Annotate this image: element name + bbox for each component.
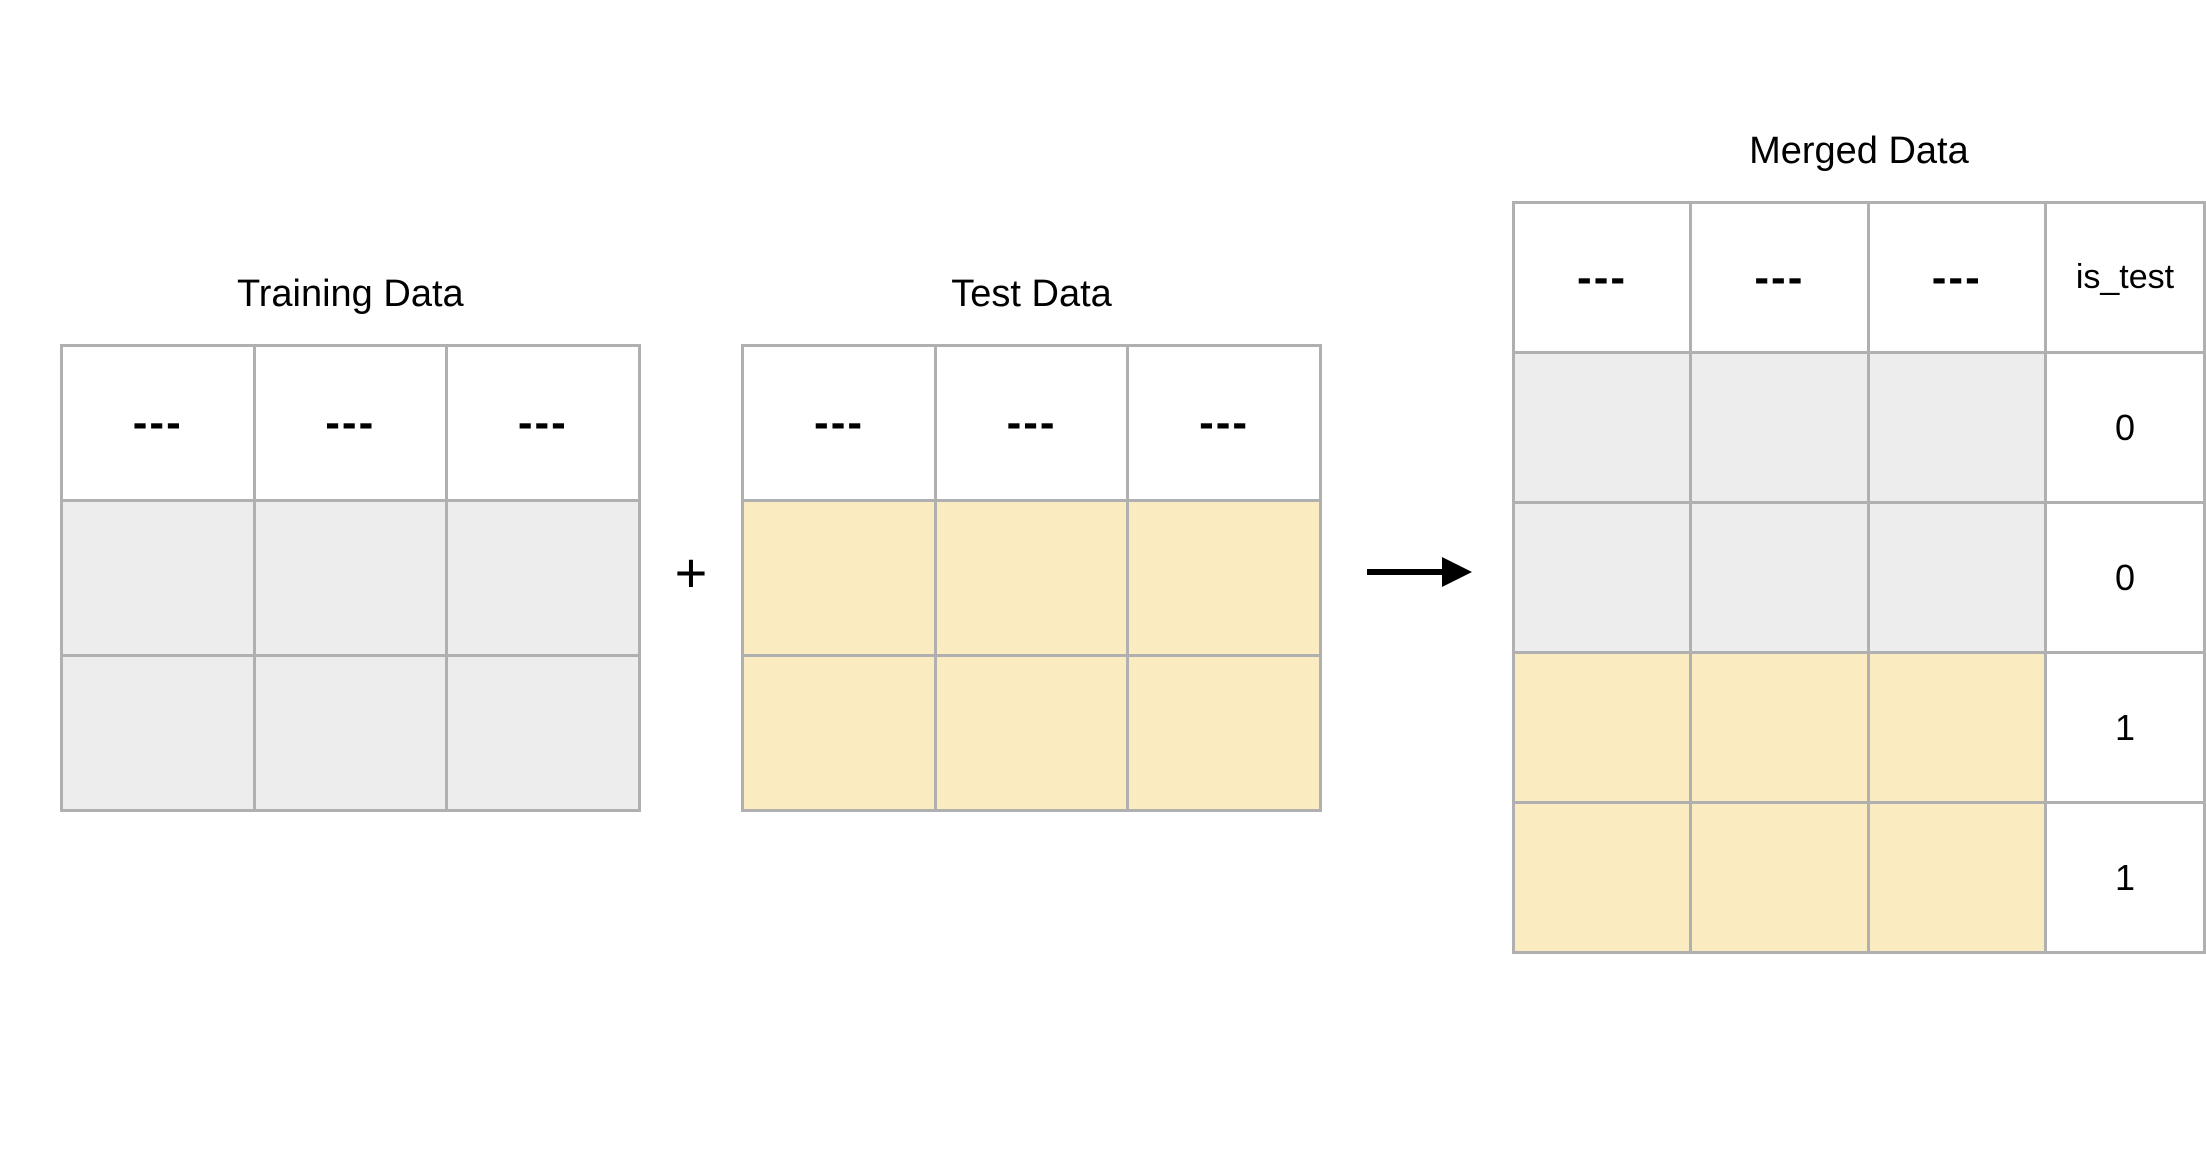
data-cell xyxy=(1691,653,1868,803)
data-cell xyxy=(1868,353,2045,503)
table-header-row: --- --- --- xyxy=(62,345,640,500)
data-cell xyxy=(1691,353,1868,503)
table-row xyxy=(62,500,640,655)
col-header-istest: is_test xyxy=(2045,203,2204,353)
data-cell xyxy=(254,500,447,655)
table-row xyxy=(743,500,1321,655)
col-header: --- xyxy=(935,345,1128,500)
istest-cell: 0 xyxy=(2045,353,2204,503)
col-header: --- xyxy=(1691,203,1868,353)
data-cell xyxy=(743,500,936,655)
plus-operator: + xyxy=(675,480,708,605)
data-cell xyxy=(1691,503,1868,653)
table-row xyxy=(743,655,1321,810)
istest-cell: 1 xyxy=(2045,803,2204,953)
table-row xyxy=(62,655,640,810)
merged-data-block: Merged Data --- --- --- is_test 0 0 xyxy=(1512,130,2206,954)
table-header-row: --- --- --- is_test xyxy=(1513,203,2204,353)
test-data-block: Test Data --- --- --- xyxy=(741,273,1322,812)
data-cell xyxy=(1868,803,2045,953)
table-row: 0 xyxy=(1513,503,2204,653)
table-header-row: --- --- --- xyxy=(743,345,1321,500)
training-data-table: --- --- --- xyxy=(60,344,641,812)
data-cell xyxy=(935,655,1128,810)
data-cell xyxy=(62,500,255,655)
merged-data-title: Merged Data xyxy=(1749,130,1969,173)
data-cell xyxy=(447,500,640,655)
data-cell xyxy=(1128,500,1321,655)
arrow-icon xyxy=(1362,487,1472,597)
test-data-title: Test Data xyxy=(951,273,1112,316)
col-header: --- xyxy=(1868,203,2045,353)
data-cell xyxy=(935,500,1128,655)
table-row: 0 xyxy=(1513,353,2204,503)
col-header: --- xyxy=(254,345,447,500)
data-cell xyxy=(62,655,255,810)
test-data-table: --- --- --- xyxy=(741,344,1322,812)
data-cell xyxy=(447,655,640,810)
data-cell xyxy=(1691,803,1868,953)
col-header: --- xyxy=(62,345,255,500)
data-cell xyxy=(1128,655,1321,810)
table-row: 1 xyxy=(1513,803,2204,953)
istest-cell: 0 xyxy=(2045,503,2204,653)
data-cell xyxy=(1513,353,1690,503)
training-data-title: Training Data xyxy=(237,273,464,316)
merged-data-table: --- --- --- is_test 0 0 1 xyxy=(1512,201,2206,954)
data-cell xyxy=(254,655,447,810)
training-data-block: Training Data --- --- --- xyxy=(60,273,641,812)
data-cell xyxy=(1868,503,2045,653)
data-cell xyxy=(743,655,936,810)
diagram-container: Training Data --- --- --- + Test Data xyxy=(60,130,2206,954)
col-header: --- xyxy=(1513,203,1690,353)
data-cell xyxy=(1513,803,1690,953)
table-row: 1 xyxy=(1513,653,2204,803)
col-header: --- xyxy=(447,345,640,500)
data-cell xyxy=(1513,653,1690,803)
col-header: --- xyxy=(743,345,936,500)
data-cell xyxy=(1868,653,2045,803)
istest-cell: 1 xyxy=(2045,653,2204,803)
data-cell xyxy=(1513,503,1690,653)
col-header: --- xyxy=(1128,345,1321,500)
